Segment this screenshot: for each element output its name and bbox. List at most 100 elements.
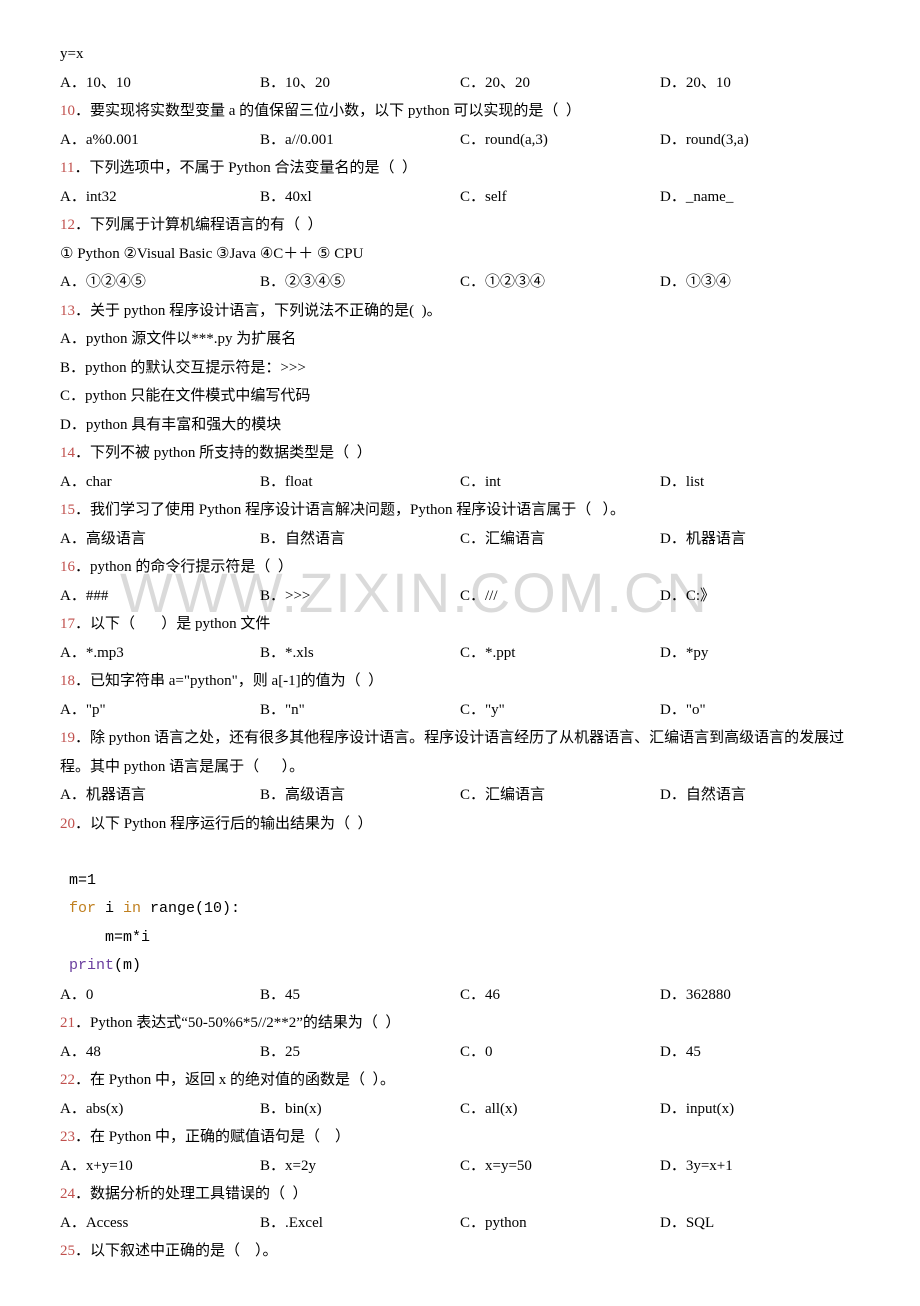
- q11-options: A．int32 B．40xl C．self D．_name_: [60, 183, 860, 212]
- question-text: ．以下 Python 程序运行后的输出结果为（ ）: [75, 816, 373, 832]
- option-d: D．SQL: [660, 1209, 860, 1238]
- option-d: D．round(3,a): [660, 126, 860, 155]
- q21: 21．Python 表达式“50-50%6*5//2**2”的结果为（ ）: [60, 1009, 860, 1038]
- question-number: 18: [60, 673, 75, 689]
- q24-options: A．Access B．.Excel C．python D．SQL: [60, 1209, 860, 1238]
- q20: 20．以下 Python 程序运行后的输出结果为（ ）: [60, 810, 860, 839]
- q23-options: A．x+y=10 B．x=2y C．x=y=50 D．3y=x+1: [60, 1152, 860, 1181]
- q13: 13．关于 python 程序设计语言，下列说法不正确的是( )。: [60, 297, 860, 326]
- q21-options: A．48 B．25 C．0 D．45: [60, 1038, 860, 1067]
- q17-options: A．*.mp3 B．*.xls C．*.ppt D．*py: [60, 639, 860, 668]
- question-text: ．下列选项中，不属于 Python 合法变量名的是（ ）: [74, 160, 417, 176]
- code-block: m=1 for i in range(10): m=m*i print(m): [60, 838, 860, 981]
- code-line: m=m*i: [60, 929, 150, 946]
- question-text: ．要实现将实数型变量 a 的值保留三位小数，以下 python 可以实现的是（ …: [75, 103, 581, 119]
- question-text: ．下列属于计算机编程语言的有（ ）: [75, 217, 323, 233]
- option-b: B．>>>: [260, 582, 460, 611]
- q11: 11．下列选项中，不属于 Python 合法变量名的是（ ）: [60, 154, 860, 183]
- option-b: B．②③④⑤: [260, 268, 460, 297]
- option-a: A．int32: [60, 183, 260, 212]
- option-b: B．bin(x): [260, 1095, 460, 1124]
- option-c: C．*.ppt: [460, 639, 660, 668]
- q15: 15．我们学习了使用 Python 程序设计语言解决问题，Python 程序设计…: [60, 496, 860, 525]
- option-b: B．"n": [260, 696, 460, 725]
- question-text: ．在 Python 中，返回 x 的绝对值的函数是（ ）。: [75, 1072, 395, 1088]
- option-a: A．*.mp3: [60, 639, 260, 668]
- q16: 16．python 的命令行提示符是（ ）: [60, 553, 860, 582]
- option-b: B．高级语言: [260, 781, 460, 810]
- question-text: ．关于 python 程序设计语言，下列说法不正确的是( )。: [75, 303, 442, 319]
- q24: 24．数据分析的处理工具错误的（ ）: [60, 1180, 860, 1209]
- q10: 10．要实现将实数型变量 a 的值保留三位小数，以下 python 可以实现的是…: [60, 97, 860, 126]
- q15-options: A．高级语言 B．自然语言 C．汇编语言 D．机器语言: [60, 525, 860, 554]
- question-number: 25: [60, 1243, 75, 1259]
- q10-options: A．a%0.001 B．a//0.001 C．round(a,3) D．roun…: [60, 126, 860, 155]
- code-line: y=x: [60, 40, 860, 69]
- option-d: D．_name_: [660, 183, 860, 212]
- option-d: D．"o": [660, 696, 860, 725]
- q12: 12．下列属于计算机编程语言的有（ ）: [60, 211, 860, 240]
- q20-options: A．0 B．45 C．46 D．362880: [60, 981, 860, 1010]
- question-number: 16: [60, 559, 75, 575]
- option-b: B．x=2y: [260, 1152, 460, 1181]
- q12-sub: ① Python ②Visual Basic ③Java ④C＋＋ ⑤ CPU: [60, 240, 860, 269]
- option-a: A．Access: [60, 1209, 260, 1238]
- option-c: C．python: [460, 1209, 660, 1238]
- option-a: A．机器语言: [60, 781, 260, 810]
- question-number: 10: [60, 103, 75, 119]
- option-c: C．///: [460, 582, 660, 611]
- option-b: B．45: [260, 981, 460, 1010]
- option-a: A．①②④⑤: [60, 268, 260, 297]
- option-d: D．自然语言: [660, 781, 860, 810]
- question-number: 13: [60, 303, 75, 319]
- question-text: ．python 的命令行提示符是（ ）: [75, 559, 293, 575]
- q9-options: A．10、10 B．10、20 C．20、20 D．20、10: [60, 69, 860, 98]
- question-number: 19: [60, 730, 75, 746]
- q22-options: A．abs(x) B．bin(x) C．all(x) D．input(x): [60, 1095, 860, 1124]
- option-d: D．①③④: [660, 268, 860, 297]
- option-c: C．all(x): [460, 1095, 660, 1124]
- option-d: D．362880: [660, 981, 860, 1010]
- q14-options: A．char B．float C．int D．list: [60, 468, 860, 497]
- question-text: ．以下（ ）是 python 文件: [75, 616, 270, 632]
- question-number: 11: [60, 160, 74, 176]
- option-c: C．"y": [460, 696, 660, 725]
- option-c: C．汇编语言: [460, 525, 660, 554]
- q25: 25．以下叙述中正确的是（ ）。: [60, 1237, 860, 1266]
- question-text: ．数据分析的处理工具错误的（ ）: [75, 1186, 308, 1202]
- option-b: B．40xl: [260, 183, 460, 212]
- option-b: B．python 的默认交互提示符是：>>>: [60, 354, 860, 383]
- q19-options: A．机器语言 B．高级语言 C．汇编语言 D．自然语言: [60, 781, 860, 810]
- document-content: y=x A．10、10 B．10、20 C．20、20 D．20、10 10．要…: [60, 40, 860, 1266]
- q18: 18．已知字符串 a="python"，则 a[-1]的值为（ ）: [60, 667, 860, 696]
- option-a: A．abs(x): [60, 1095, 260, 1124]
- q18-options: A．"p" B．"n" C．"y" D．"o": [60, 696, 860, 725]
- q23: 23．在 Python 中，正确的赋值语句是（ ）: [60, 1123, 860, 1152]
- q14: 14．下列不被 python 所支持的数据类型是（ ）: [60, 439, 860, 468]
- code-text: range(10):: [141, 900, 240, 917]
- question-text: ．在 Python 中，正确的赋值语句是（ ）: [75, 1129, 350, 1145]
- option-d: D．20、10: [660, 69, 860, 98]
- question-number: 22: [60, 1072, 75, 1088]
- option-c: C．int: [460, 468, 660, 497]
- question-number: 17: [60, 616, 75, 632]
- option-b: B．25: [260, 1038, 460, 1067]
- option-b: B．10、20: [260, 69, 460, 98]
- option-d: D．C:》: [660, 582, 860, 611]
- function: print: [60, 957, 114, 974]
- option-a: A．char: [60, 468, 260, 497]
- question-number: 12: [60, 217, 75, 233]
- option-b: B．.Excel: [260, 1209, 460, 1238]
- question-text: ．除 python 语言之处，还有很多其他程序设计语言。程序设计语言经历了从机器…: [60, 730, 844, 775]
- question-number: 20: [60, 816, 75, 832]
- option-b: B．float: [260, 468, 460, 497]
- question-text: ．我们学习了使用 Python 程序设计语言解决问题，Python 程序设计语言…: [75, 502, 625, 518]
- option-a: A．"p": [60, 696, 260, 725]
- code-text: i: [96, 900, 123, 917]
- code-text: (m): [114, 957, 141, 974]
- option-b: B．a//0.001: [260, 126, 460, 155]
- option-d: D．python 具有丰富和强大的模块: [60, 411, 860, 440]
- q22: 22．在 Python 中，返回 x 的绝对值的函数是（ ）。: [60, 1066, 860, 1095]
- question-number: 21: [60, 1015, 75, 1031]
- question-number: 24: [60, 1186, 75, 1202]
